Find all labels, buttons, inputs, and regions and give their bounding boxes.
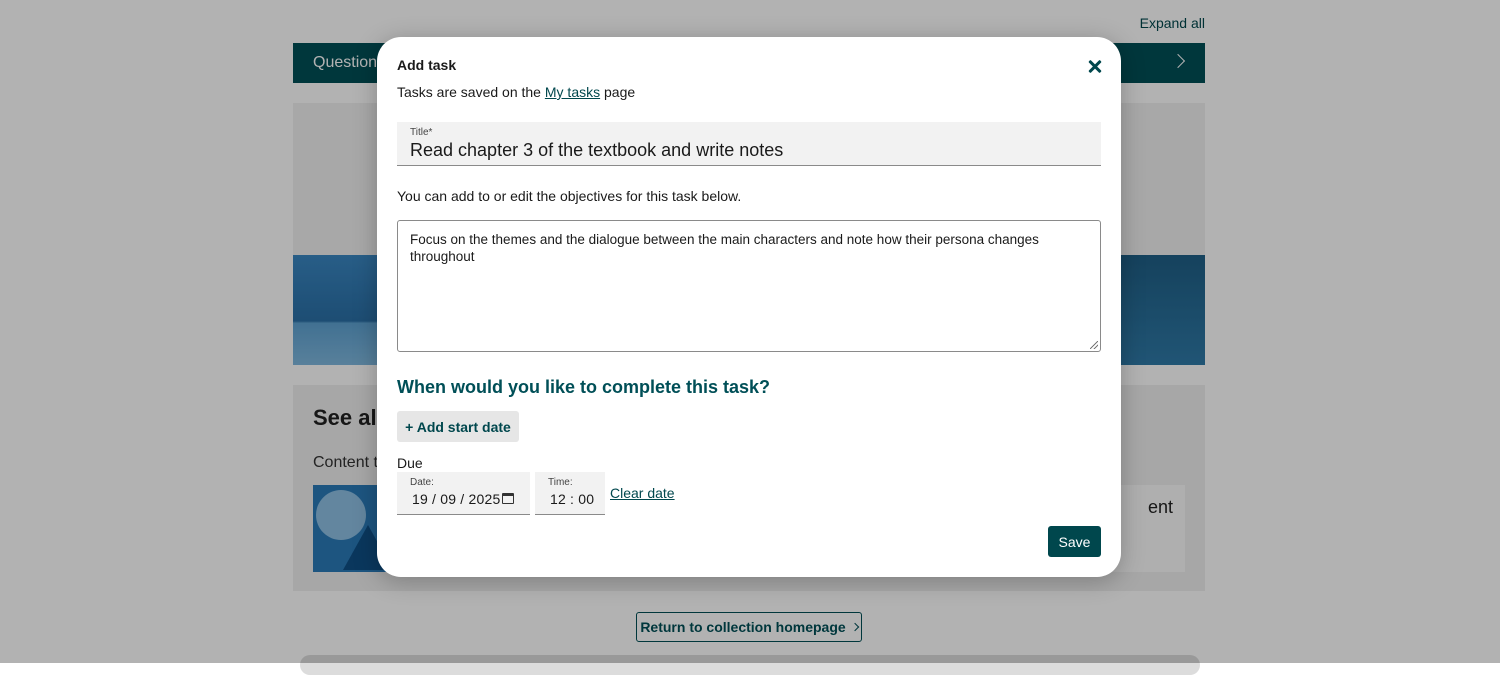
- task-title-input[interactable]: Read chapter 3 of the textbook and write…: [410, 140, 783, 161]
- add-task-dialog: Add task Tasks are saved on the My tasks…: [377, 37, 1121, 577]
- when-heading: When would you like to complete this tas…: [397, 377, 771, 397]
- calendar-icon[interactable]: [502, 493, 514, 504]
- time-label: Time:: [548, 477, 573, 488]
- subtitle-prefix: Tasks are saved on the: [397, 84, 541, 100]
- dialog-title: Add task: [397, 57, 457, 73]
- subtitle-suffix: page: [604, 84, 636, 100]
- dialog-subtitle: Tasks are saved on the My tasks page: [397, 84, 635, 100]
- due-time-field[interactable]: Time: 12 : 00: [535, 472, 605, 515]
- add-start-date-button[interactable]: + Add start date: [397, 411, 519, 442]
- close-icon[interactable]: [1083, 55, 1107, 79]
- save-button[interactable]: Save: [1048, 526, 1101, 557]
- date-input[interactable]: 19 / 09 / 2025: [412, 491, 500, 507]
- due-label: Due: [397, 455, 423, 471]
- objectives-value: Focus on the themes and the dialogue bet…: [410, 232, 1039, 264]
- my-tasks-link[interactable]: My tasks: [545, 84, 600, 100]
- clear-date-link[interactable]: Clear date: [610, 485, 675, 501]
- resize-handle-icon[interactable]: [1090, 341, 1098, 349]
- time-input[interactable]: 12 : 00: [550, 491, 594, 507]
- task-title-field[interactable]: Title* Read chapter 3 of the textbook an…: [397, 122, 1101, 166]
- due-date-field[interactable]: Date: 19 / 09 / 2025: [397, 472, 530, 515]
- objectives-textarea[interactable]: Focus on the themes and the dialogue bet…: [397, 220, 1101, 352]
- objectives-help-text: You can add to or edit the objectives fo…: [397, 188, 742, 204]
- task-title-label: Title*: [410, 127, 433, 138]
- date-label: Date:: [410, 477, 434, 488]
